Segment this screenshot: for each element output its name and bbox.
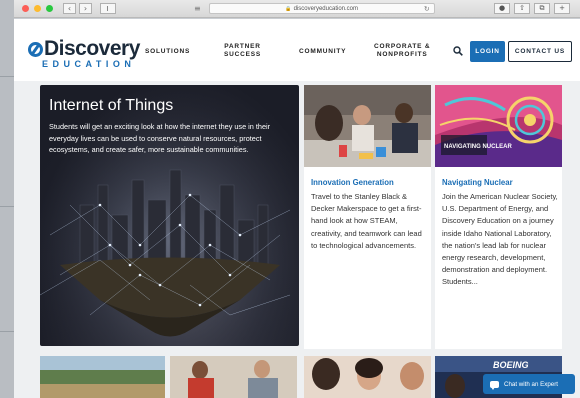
reload-icon[interactable]: ↻	[424, 5, 430, 13]
nav-solutions[interactable]: SOLUTIONS	[145, 48, 190, 56]
login-button[interactable]: LOGIN	[470, 41, 505, 62]
reader-mode-icon[interactable]: ≡	[194, 4, 201, 13]
card-description: Join the American Nuclear Society, U.S. …	[442, 192, 558, 287]
gutter-divider	[0, 206, 14, 207]
tabs-overview-icon[interactable]: ⧉	[534, 3, 550, 14]
thumbnail-people-workshop[interactable]	[170, 356, 297, 398]
card-navigating-nuclear[interactable]: NAVIGATING NUCLEAR Navigating Nuclear Jo…	[435, 85, 562, 349]
hero-feature-internet-of-things[interactable]: Internet of Things Students will get an …	[40, 85, 299, 346]
address-bar[interactable]: 🔒 discoveryeducation.com ↻	[208, 3, 435, 14]
thumbnail-students-smiling[interactable]	[304, 356, 431, 398]
web-page: Discovery EDUCATION SOLUTIONS PARTNER SU…	[14, 19, 580, 398]
nav-community[interactable]: COMMUNITY	[299, 48, 346, 56]
logo-subtitle: EDUCATION	[42, 59, 136, 69]
contact-us-button[interactable]: CONTACT US	[508, 41, 572, 62]
nuclear-caption: NAVIGATING NUCLEAR	[444, 144, 512, 150]
left-gutter	[0, 0, 14, 398]
globe-icon	[28, 41, 43, 57]
logo-text: Discovery	[44, 37, 140, 60]
hero-description: Students will get an exciting look at ho…	[49, 122, 271, 154]
minimize-window-button[interactable]	[34, 5, 41, 12]
navigating-nuclear-graphic: NAVIGATING NUCLEAR	[435, 85, 562, 167]
chat-label: Chat with an Expert	[504, 380, 558, 388]
toolbar-right-group: ● ⇧ ⧉ +	[490, 3, 570, 14]
makerspace-photo	[304, 85, 431, 167]
workshop-photo	[170, 356, 297, 398]
card-title: Navigating Nuclear	[442, 178, 513, 187]
url-text: discoveryeducation.com	[293, 5, 358, 12]
gutter-divider	[0, 331, 14, 332]
students-photo	[304, 356, 431, 398]
card-innovation-generation[interactable]: Innovation Generation Travel to the Stan…	[304, 85, 431, 349]
svg-text:BOEING: BOEING	[493, 360, 529, 370]
search-icon[interactable]	[453, 46, 463, 56]
aerial-field-photo	[40, 356, 165, 398]
lock-icon: 🔒	[285, 5, 292, 12]
hero-title: Internet of Things	[49, 97, 174, 114]
nav-partner-success[interactable]: PARTNER SUCCESS	[224, 43, 261, 59]
chat-with-expert-button[interactable]: Chat with an Expert	[483, 374, 575, 394]
extension-icon[interactable]: ●	[494, 3, 510, 14]
sidebar-toggle-button[interactable]	[100, 3, 116, 14]
thumbnail-aerial-field[interactable]	[40, 356, 165, 398]
back-button[interactable]: ‹	[63, 3, 76, 14]
card-title: Innovation Generation	[311, 178, 394, 187]
forward-button[interactable]: ›	[79, 3, 92, 14]
zoom-window-button[interactable]	[46, 5, 53, 12]
share-icon[interactable]: ⇧	[514, 3, 530, 14]
card-description: Travel to the Stanley Black & Decker Mak…	[311, 192, 422, 250]
nav-corporate-nonprofits[interactable]: CORPORATE & NONPROFITS	[374, 43, 430, 59]
browser-toolbar: ‹ › ≡ 🔒 discoveryeducation.com ↻ ● ⇧ ⧉ +	[14, 0, 580, 18]
gutter-divider	[0, 76, 14, 77]
new-tab-icon[interactable]: +	[554, 3, 570, 14]
chat-bubble-icon	[490, 380, 499, 390]
close-window-button[interactable]	[22, 5, 29, 12]
site-header: Discovery EDUCATION SOLUTIONS PARTNER SU…	[14, 19, 580, 81]
discovery-education-logo[interactable]: Discovery EDUCATION	[28, 37, 140, 69]
